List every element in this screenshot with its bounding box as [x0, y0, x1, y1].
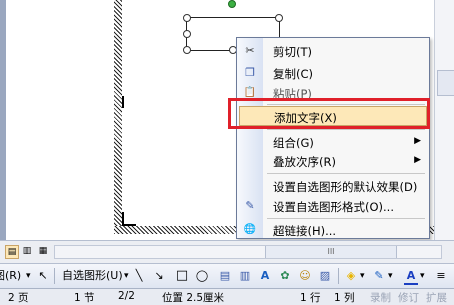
menu-item-cut[interactable]: ✂ 剪切(T)	[237, 41, 429, 61]
format-shape-icon: ✎	[245, 199, 255, 212]
horizontal-scroll-row: ▤ ▥ ▦ III	[0, 240, 454, 263]
menu-item-order[interactable]: 叠放次序(R) ▶	[237, 151, 429, 171]
vertical-scrollbar[interactable]	[434, 0, 454, 240]
chevron-down-icon[interactable]: ▾	[360, 267, 365, 285]
status-ext[interactable]: 扩展	[426, 290, 447, 305]
status-section: 1 节	[74, 292, 95, 304]
status-bar: 2 页 1 节 2/2 位置 2.5厘米 1 行 1 列 录制 修订 扩展	[0, 288, 454, 305]
textbox-icon[interactable]: ▤	[218, 269, 232, 283]
status-line: 1 行	[300, 292, 321, 304]
status-trk[interactable]: 修订	[398, 290, 419, 305]
menu-item-label: 复制(C)	[273, 67, 314, 81]
submenu-arrow-icon: ▶	[414, 136, 421, 146]
copy-icon: ❐	[245, 66, 255, 79]
highlight-annotation-box	[228, 98, 430, 129]
page-border-left	[114, 0, 122, 232]
rotation-handle[interactable]	[228, 0, 236, 8]
status-page: 2 页	[8, 292, 29, 304]
clipart-icon[interactable]: ☺	[298, 269, 312, 283]
chevron-down-icon[interactable]: ▾	[124, 267, 129, 285]
vertical-textbox-icon[interactable]: ▥	[238, 269, 252, 283]
rectangle-icon[interactable]: □	[175, 269, 189, 283]
menu-separator	[267, 218, 425, 219]
font-color-icon[interactable]: A	[404, 269, 418, 285]
scissors-icon: ✂	[245, 44, 255, 57]
resize-handle[interactable]	[183, 30, 191, 38]
menu-item-label: 剪切(T)	[273, 45, 312, 59]
autoshapes-button[interactable]: 自选图形(U)	[62, 267, 123, 285]
menu-item-label: 组合(G)	[273, 136, 314, 150]
menu-separator	[267, 129, 425, 130]
arrow-icon[interactable]: ↘	[152, 269, 166, 283]
outline-view-icon[interactable]: ▦	[37, 245, 49, 257]
left-panel-strip	[0, 0, 6, 240]
status-rec[interactable]: 录制	[370, 290, 391, 305]
menu-item-copy[interactable]: ❐ 复制(C)	[237, 63, 429, 83]
status-page-of: 2/2	[118, 290, 135, 302]
menu-item-label: 设置自选图形的默认效果(D)	[273, 180, 418, 194]
line-color-icon[interactable]: ✎	[372, 269, 386, 283]
oval-icon[interactable]: ◯	[195, 269, 209, 283]
status-column: 1 列	[334, 292, 355, 304]
line-style-icon[interactable]: ≡	[434, 269, 448, 283]
normal-view-icon[interactable]: ▤	[5, 245, 19, 259]
toolbar-separator	[338, 268, 339, 284]
status-position: 位置 2.5厘米	[162, 292, 225, 304]
toolbar-separator	[54, 268, 55, 284]
horizontal-scroll-thumb[interactable]: III	[265, 246, 397, 258]
menu-item-label: 超链接(H)...	[273, 224, 337, 238]
chevron-down-icon[interactable]: ▾	[388, 267, 393, 285]
diagram-icon[interactable]: ✿	[278, 269, 292, 283]
context-menu: ✂ 剪切(T) ❐ 复制(C) 📋 粘贴(P) 添加文字(X) 组合(G) ▶ …	[236, 37, 430, 239]
horizontal-scrollbar[interactable]: III	[54, 245, 442, 259]
picture-icon[interactable]: ▨	[318, 269, 332, 283]
margin-mark-left	[122, 96, 124, 108]
menu-item-format-autoshape[interactable]: ✎ 设置自选图形格式(O)...	[237, 196, 429, 216]
draw-menu-button[interactable]: 图(R)	[0, 267, 21, 285]
line-icon[interactable]: ╲	[132, 269, 146, 283]
menu-item-label: 设置自选图形格式(O)...	[273, 200, 394, 214]
select-objects-icon[interactable]: ↖	[36, 269, 50, 283]
fill-color-icon[interactable]: ◈	[344, 269, 358, 283]
hyperlink-icon: 🌐	[243, 224, 257, 235]
resize-handle[interactable]	[183, 46, 191, 54]
menu-separator	[267, 173, 425, 174]
menu-item-group[interactable]: 组合(G) ▶	[237, 132, 429, 152]
vertical-scroll-thumb[interactable]	[437, 70, 454, 96]
resize-handle[interactable]	[183, 14, 191, 22]
chevron-down-icon[interactable]: ▾	[26, 267, 31, 285]
submenu-arrow-icon: ▶	[414, 155, 421, 165]
menu-item-label: 叠放次序(R)	[273, 155, 336, 169]
menu-item-set-default-effect[interactable]: 设置自选图形的默认效果(D)	[237, 176, 429, 196]
chevron-down-icon[interactable]: ▾	[420, 267, 425, 285]
wordart-icon[interactable]: A	[258, 269, 272, 283]
web-view-icon[interactable]: ▥	[21, 245, 33, 257]
menu-item-hyperlink[interactable]: 🌐 超链接(H)...	[237, 220, 429, 240]
margin-corner-mark	[122, 212, 136, 226]
drawing-toolbar: 图(R) ▾ ↖ 自选图形(U) ▾ ╲ ↘ □ ◯ ▤ ▥ A ✿ ☺ ▨ ◈…	[0, 263, 454, 288]
resize-handle[interactable]	[275, 14, 283, 22]
